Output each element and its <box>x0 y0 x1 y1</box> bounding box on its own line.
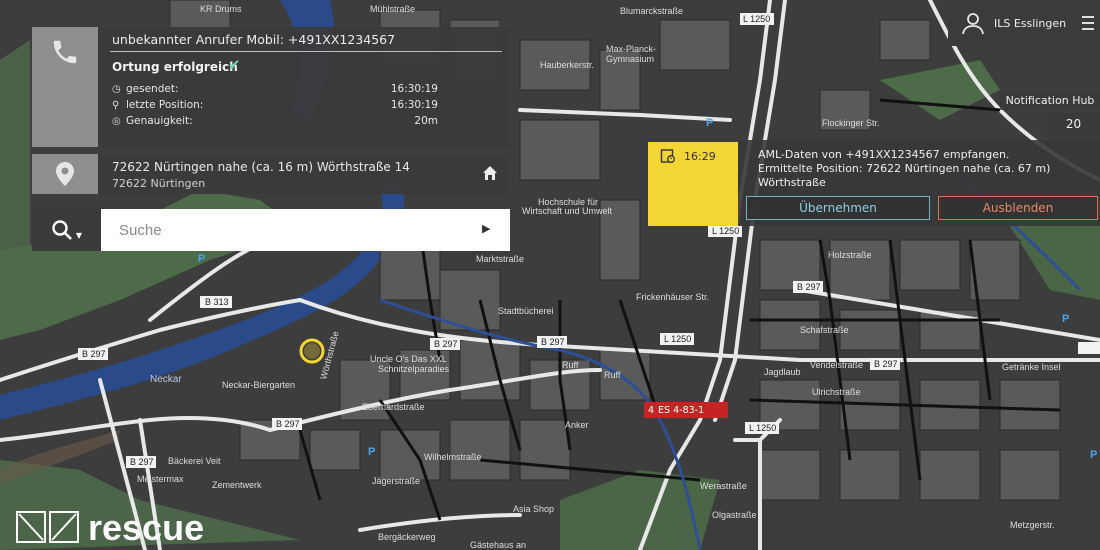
notification-sticky-note[interactable]: 16:29 <box>648 142 738 226</box>
note-icon <box>660 148 676 168</box>
row-label: Genauigkeit: <box>126 115 193 127</box>
address-panel[interactable]: 72622 Nürtingen nahe (ca. 16 m) Wörthstr… <box>32 154 510 194</box>
logo-text: rescue <box>88 507 205 548</box>
play-arrow-icon[interactable]: ▶ <box>482 222 490 235</box>
row-value: 20m <box>414 115 438 127</box>
clock-icon: ◷ <box>112 83 121 95</box>
sent-time-row: ◷ gesendet: 16:30:19 <box>112 83 438 95</box>
accuracy-row: ◎ Genauigkeit: 20m <box>112 115 438 127</box>
user-panel[interactable]: ILS Esslingen <box>948 0 1073 46</box>
address-line-1: 72622 Nürtingen nahe (ca. 16 m) Wörthstr… <box>112 160 410 174</box>
row-value: 16:30:19 <box>390 83 438 95</box>
search-options-button[interactable]: ▼ <box>32 209 101 251</box>
notification-line-1: AML-Daten von +491XX1234567 empfangen. <box>758 148 1010 161</box>
chevron-down-icon: ▼ <box>75 230 83 240</box>
row-label: gesendet: <box>126 83 179 95</box>
notification-hub-label[interactable]: Notification Hub <box>1000 90 1100 110</box>
user-name: ILS Esslingen <box>994 16 1067 30</box>
notification-time: 16:29 <box>684 150 716 163</box>
notification-line-3: Wörthstraße <box>758 176 826 189</box>
dismiss-button[interactable]: Ausblenden <box>938 196 1098 220</box>
search-icon <box>52 220 72 240</box>
locate-status: Ortung erfolgreich <box>112 60 238 74</box>
last-position-row: ⚲ letzte Position: 16:30:19 <box>112 99 438 111</box>
svg-text:P: P <box>368 446 375 458</box>
checkmark-icon: ✔ <box>228 56 241 74</box>
unit-marker[interactable]: 4 ES 4-83-1 <box>644 402 728 418</box>
svg-text:P: P <box>198 253 205 265</box>
caller-info-panel: unbekannter Anrufer Mobil: +491XX1234567… <box>32 27 510 147</box>
hamburger-icon <box>1082 16 1094 18</box>
caller-title: unbekannter Anrufer Mobil: +491XX1234567 <box>112 32 396 47</box>
accuracy-icon: ◎ <box>112 115 121 127</box>
divider <box>110 51 502 52</box>
svg-text:P: P <box>1062 313 1069 325</box>
logo-mark-icon <box>16 511 79 543</box>
app-window: P P P P P KR Drums Mühlstraße Blumarckst… <box>0 0 1100 550</box>
notification-hub-count: 20 <box>1047 113 1100 135</box>
notification-line-2: Ermittelte Position: 72622 Nürtingen nah… <box>758 162 1051 175</box>
svg-text:P: P <box>706 117 713 129</box>
accept-button[interactable]: Übernehmen <box>746 196 930 220</box>
phone-icon <box>32 27 98 147</box>
location-pin-icon: ⚲ <box>112 99 120 111</box>
address-line-2: 72622 Nürtingen <box>112 177 206 190</box>
menu-button[interactable] <box>1076 0 1100 46</box>
rescue-logo: rescue <box>16 510 204 546</box>
search-input[interactable] <box>101 209 510 251</box>
row-label: letzte Position: <box>126 99 204 111</box>
svg-text:P: P <box>1090 449 1097 461</box>
user-icon <box>962 13 984 35</box>
unit-number: 4 <box>648 404 655 416</box>
unit-label: ES 4-83-1 <box>658 404 705 416</box>
map-pin-icon <box>32 154 98 194</box>
row-value: 16:30:19 <box>390 99 438 111</box>
home-icon[interactable] <box>482 165 498 185</box>
